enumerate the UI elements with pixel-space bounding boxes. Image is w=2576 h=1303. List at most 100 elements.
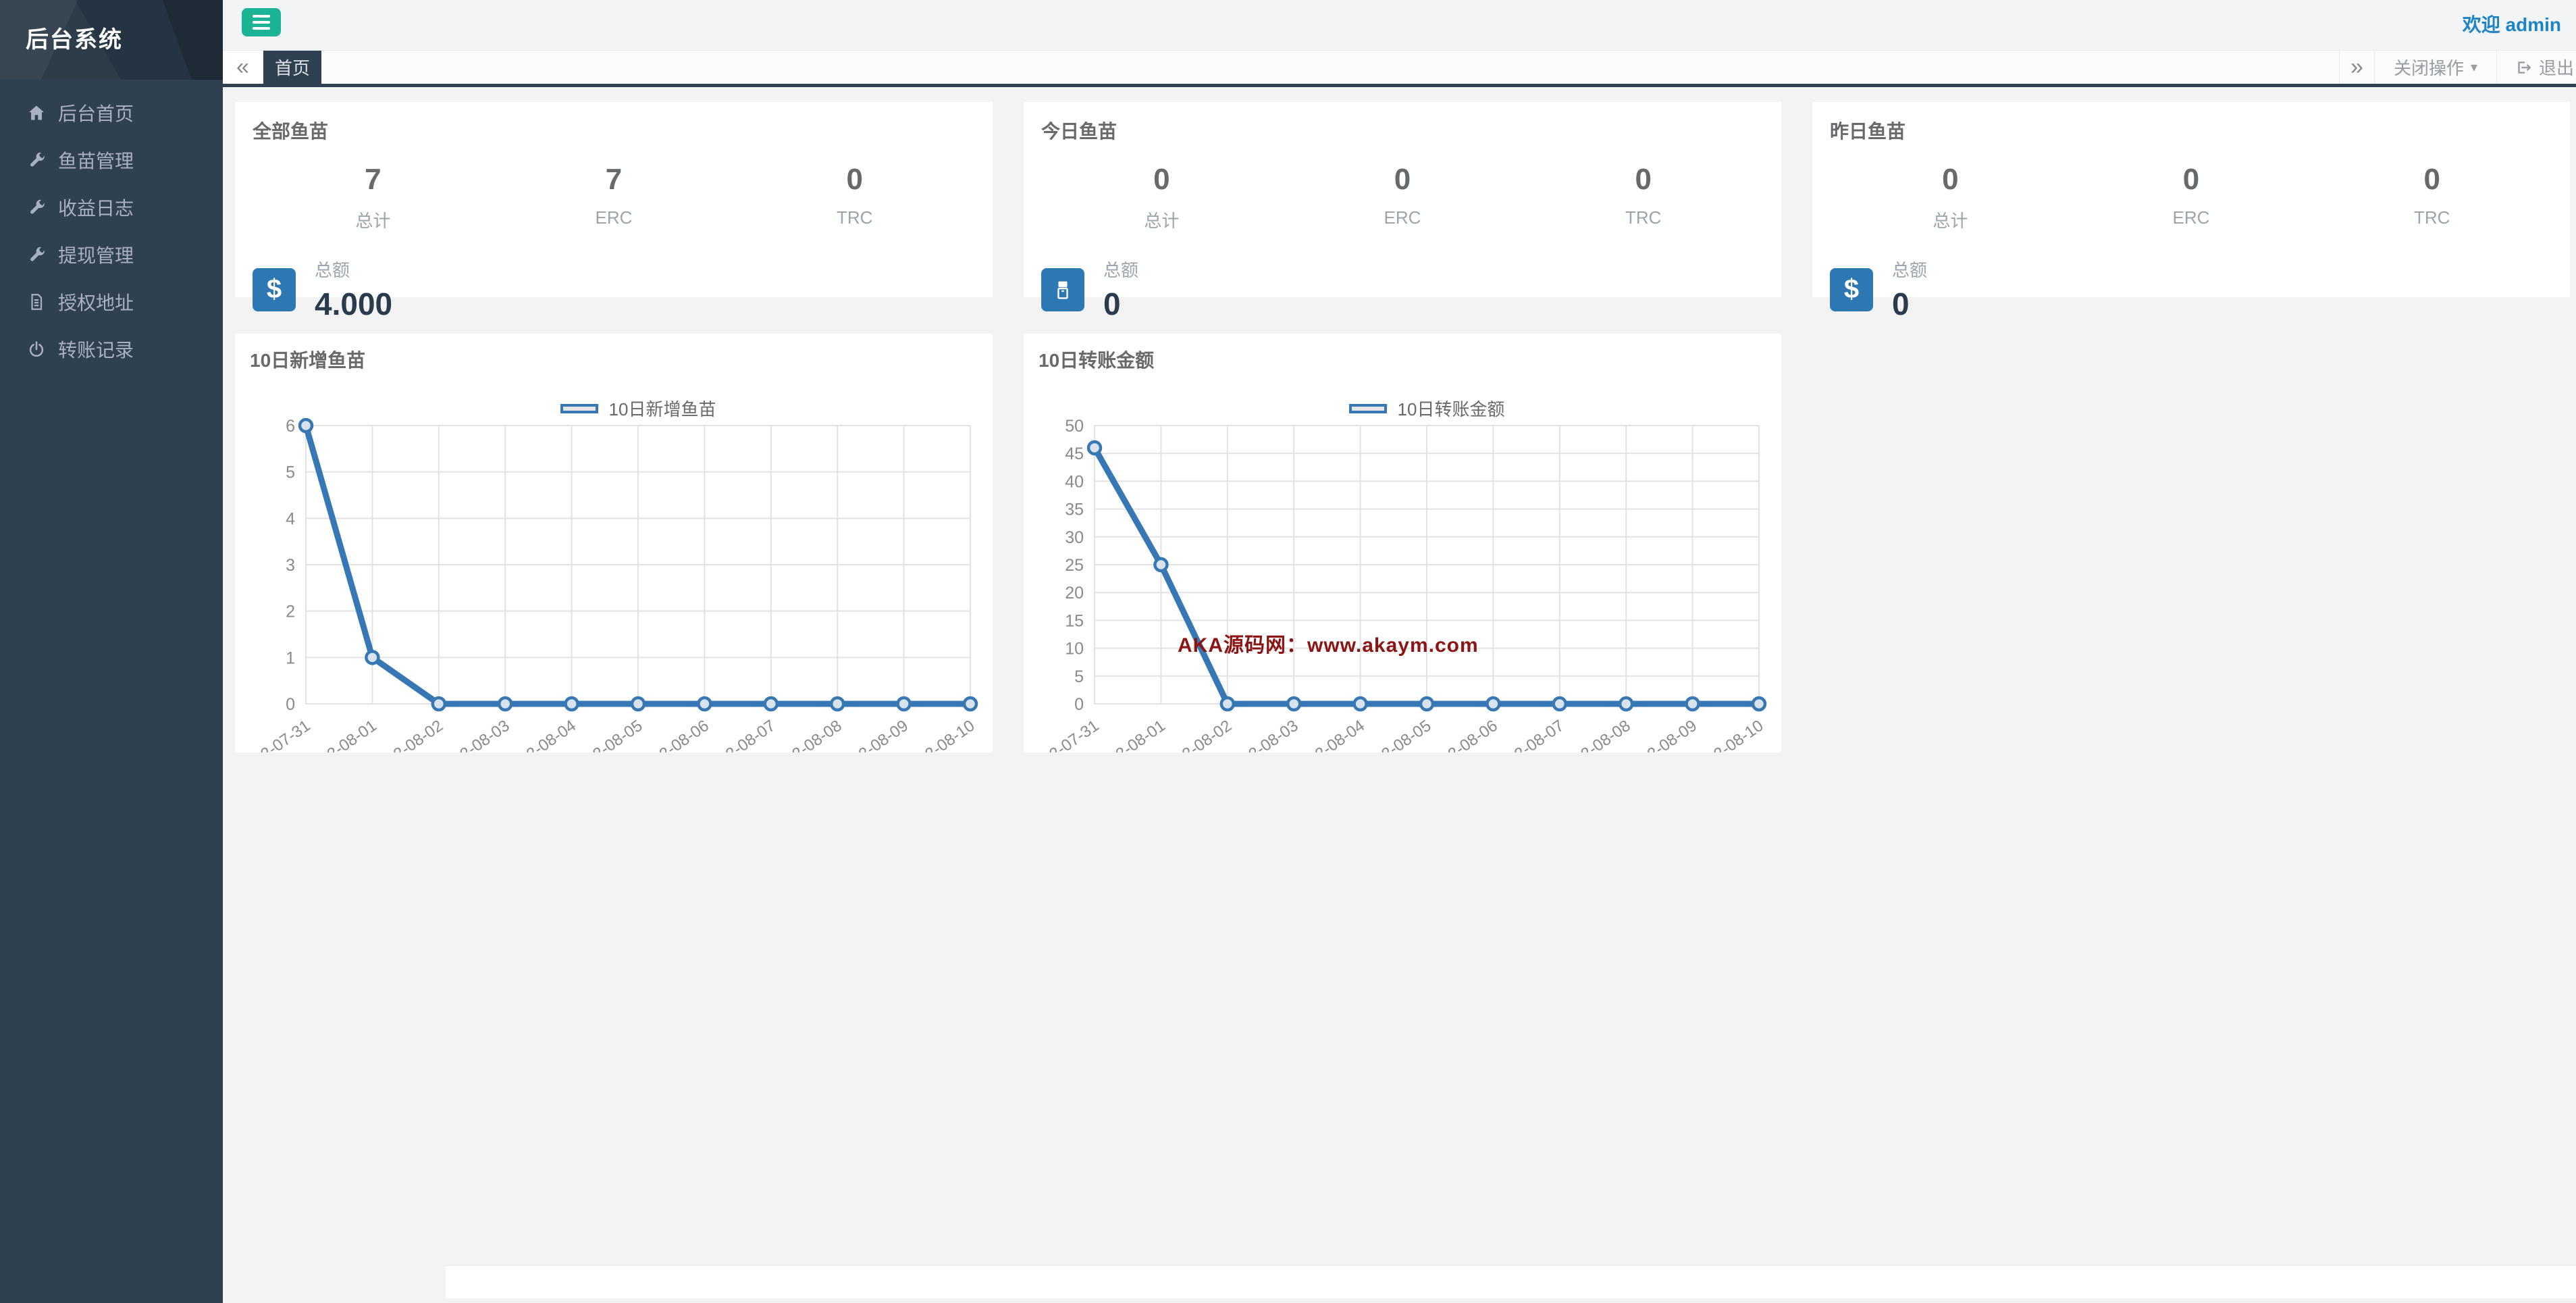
svg-text:35: 35: [1065, 501, 1084, 519]
svg-text:4: 4: [286, 509, 295, 528]
svg-text:1: 1: [286, 648, 295, 667]
svg-text:2022-08-01: 2022-08-01: [1090, 717, 1169, 752]
sidebar-toggle-button[interactable]: [242, 8, 281, 36]
svg-text:3: 3: [286, 556, 295, 575]
site-watermark: AKA源码网：www.akaym.com: [1178, 628, 1479, 658]
app-title: 后台系统: [0, 0, 223, 80]
stat-trc: 0 TRC: [734, 163, 975, 232]
legend-label: 10日新增鱼苗: [609, 396, 716, 421]
stat-total: 7 总计: [253, 163, 494, 232]
sidebar-item-authorized-address[interactable]: 授权地址: [0, 278, 223, 326]
wrench-icon: [27, 198, 46, 217]
file-text-icon: [27, 292, 46, 311]
sidebar-item-label: 提现管理: [58, 241, 134, 268]
sidebar-item-earnings-log[interactable]: 收益日志: [0, 184, 223, 231]
double-chevron-right-icon: »: [2350, 54, 2363, 80]
stat-card-title: 昨日鱼苗: [1830, 117, 2552, 144]
chart-legend: 10日转账金额: [1095, 396, 1759, 421]
stat-erc: 0 ERC: [2071, 163, 2312, 232]
svg-text:10: 10: [1065, 640, 1084, 659]
svg-text:6: 6: [286, 417, 295, 436]
sidebar: 后台系统 后台首页 鱼苗管理 收益日志 提现管理 授权地址 转账记录: [0, 0, 223, 1303]
sign-out-icon: [2515, 59, 2532, 76]
svg-text:0: 0: [1074, 695, 1084, 714]
chart-cards-row: 10日新增鱼苗 10日新增鱼苗 01234562022-07-312022-08…: [235, 334, 2570, 752]
stat-total: 0 总计: [1041, 163, 1282, 232]
svg-text:2022-08-09: 2022-08-09: [833, 717, 912, 752]
svg-text:0: 0: [286, 695, 295, 714]
svg-text:15: 15: [1065, 611, 1084, 630]
wrench-icon: [27, 151, 46, 170]
stat-erc: 7 ERC: [494, 163, 735, 232]
svg-text:2022-08-03: 2022-08-03: [1224, 717, 1302, 752]
card-icon: [1041, 268, 1084, 311]
svg-text:40: 40: [1065, 472, 1084, 491]
stat-cards-row: 全部鱼苗 7 总计 7 ERC 0 TRC: [235, 102, 2570, 297]
svg-text:2022-08-06: 2022-08-06: [634, 717, 712, 752]
svg-text:50: 50: [1065, 417, 1084, 436]
menu-icon: [253, 15, 270, 30]
svg-text:2022-08-04: 2022-08-04: [1290, 717, 1368, 752]
stat-card-today-fry: 今日鱼苗 0 总计 0 ERC 0 TRC: [1024, 102, 1781, 297]
legend-swatch: [1349, 404, 1387, 413]
tab-bar: « 首页 » 关闭操作 ▾ 退出: [223, 51, 2576, 87]
svg-text:2022-08-04: 2022-08-04: [501, 717, 579, 752]
sidebar-item-withdrawal-management[interactable]: 提现管理: [0, 231, 223, 278]
chart-card-transfer-amount: 10日转账金额 10日转账金额 051015202530354045502022…: [1024, 334, 1781, 752]
stat-card-yesterday-fry: 昨日鱼苗 0 总计 0 ERC 0 TRC: [1812, 102, 2570, 297]
svg-text:2022-08-06: 2022-08-06: [1423, 717, 1501, 752]
svg-text:2022-08-03: 2022-08-03: [435, 717, 513, 752]
total-amount-value: 4.000: [315, 286, 392, 322]
sidebar-menu: 后台首页 鱼苗管理 收益日志 提现管理 授权地址 转账记录: [0, 89, 223, 373]
svg-text:2022-08-02: 2022-08-02: [368, 717, 446, 752]
svg-text:2022-08-08: 2022-08-08: [1556, 717, 1634, 752]
svg-text:2022-08-09: 2022-08-09: [1622, 717, 1700, 752]
svg-text:2022-08-02: 2022-08-02: [1157, 717, 1235, 752]
sidebar-item-label: 鱼苗管理: [58, 147, 134, 174]
stat-card-title: 全部鱼苗: [253, 117, 975, 144]
sidebar-item-dashboard[interactable]: 后台首页: [0, 89, 223, 136]
svg-text:20: 20: [1065, 584, 1084, 603]
stat-trc: 0 TRC: [1523, 163, 1764, 232]
chart-card-new-fry: 10日新增鱼苗 10日新增鱼苗 01234562022-07-312022-08…: [235, 334, 993, 752]
sidebar-item-label: 转账记录: [58, 336, 134, 363]
svg-text:5: 5: [1074, 667, 1084, 686]
top-navbar: 欢迎 admin: [223, 0, 2576, 51]
sidebar-header: 后台系统: [0, 0, 223, 80]
total-amount-value: 0: [1103, 286, 1138, 322]
page-content: 全部鱼苗 7 总计 7 ERC 0 TRC: [223, 87, 2576, 752]
stat-erc: 0 ERC: [1282, 163, 1523, 232]
wrench-icon: [27, 245, 46, 264]
tabs-scroll-right-button[interactable]: »: [2339, 51, 2374, 84]
svg-text:2022-08-07: 2022-08-07: [1489, 717, 1567, 752]
dollar-icon: $: [1830, 268, 1873, 311]
sidebar-item-transfer-records[interactable]: 转账记录: [0, 326, 223, 373]
svg-text:2022-08-10: 2022-08-10: [899, 717, 978, 752]
sidebar-item-label: 收益日志: [58, 194, 134, 221]
power-icon: [27, 340, 46, 359]
svg-text:30: 30: [1065, 528, 1084, 547]
double-chevron-left-icon: «: [236, 54, 249, 80]
svg-text:2022-08-05: 2022-08-05: [567, 717, 646, 752]
svg-text:2: 2: [286, 603, 295, 621]
svg-text:2022-08-01: 2022-08-01: [302, 717, 380, 752]
svg-text:2022-08-10: 2022-08-10: [1688, 717, 1766, 752]
svg-text:2022-07-31: 2022-07-31: [235, 717, 313, 752]
chart-legend: 10日新增鱼苗: [306, 396, 970, 421]
sidebar-item-label: 授权地址: [58, 288, 134, 315]
svg-text:2022-08-07: 2022-08-07: [700, 717, 779, 752]
stat-card-title: 今日鱼苗: [1041, 117, 1764, 144]
welcome-admin-link[interactable]: 欢迎 admin: [2463, 0, 2561, 50]
logout-button[interactable]: 退出: [2496, 51, 2576, 84]
svg-text:2022-08-08: 2022-08-08: [767, 717, 845, 752]
svg-text:2022-07-31: 2022-07-31: [1024, 717, 1102, 752]
dollar-icon: $: [253, 268, 296, 311]
sidebar-item-fry-management[interactable]: 鱼苗管理: [0, 136, 223, 184]
tabbar-spacer: [321, 51, 2339, 84]
tab-home[interactable]: 首页: [263, 51, 321, 84]
tabs-scroll-left-button[interactable]: «: [223, 51, 263, 84]
home-icon: [27, 103, 46, 122]
close-operations-dropdown[interactable]: 关闭操作 ▾: [2374, 51, 2496, 84]
sidebar-item-label: 后台首页: [58, 99, 134, 126]
page-footer: [446, 1265, 2576, 1298]
